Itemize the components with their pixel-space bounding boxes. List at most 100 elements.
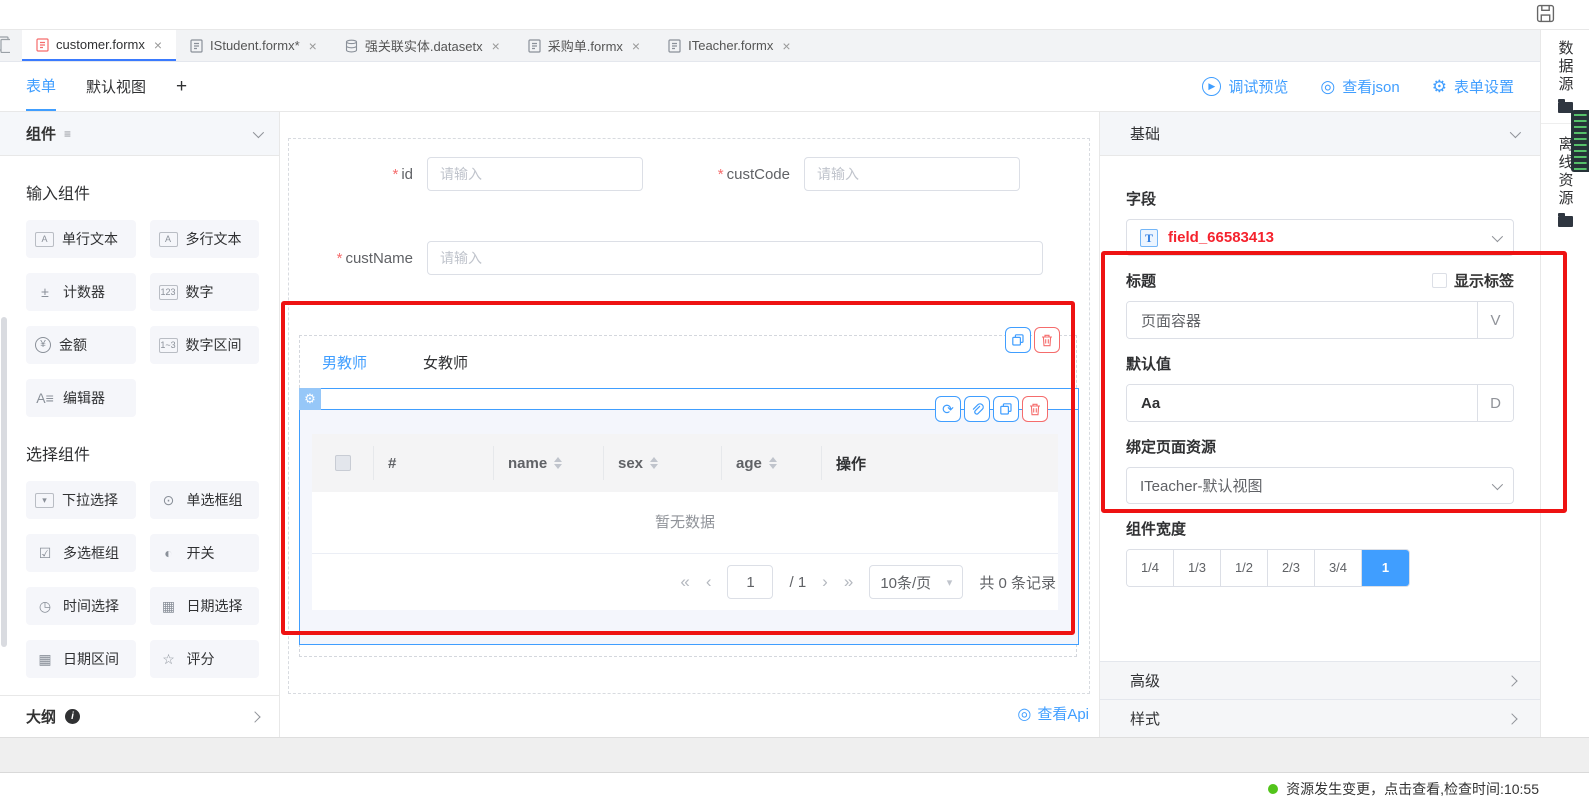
component-radio-group[interactable]: ⊙单选框组: [150, 481, 260, 519]
style-section-header[interactable]: 样式: [1100, 699, 1540, 737]
delete-component-button[interactable]: [1022, 396, 1048, 422]
calendar-icon: ▦: [159, 598, 179, 615]
custcode-input[interactable]: [804, 157, 1020, 191]
view-api-link[interactable]: ◎ 查看Api: [1017, 703, 1089, 724]
form-root-container[interactable]: *id *custCode *custName: [288, 138, 1090, 694]
bottom-spacer-band: [0, 737, 1589, 772]
close-icon[interactable]: ×: [492, 38, 500, 54]
component-editor[interactable]: A≡编辑器: [26, 379, 136, 417]
component-counter[interactable]: ±计数器: [26, 273, 136, 311]
custname-input[interactable]: [427, 241, 1043, 275]
last-page-icon[interactable]: »: [844, 572, 853, 592]
copy-component-button[interactable]: [993, 396, 1019, 422]
file-tab-dataset[interactable]: 强关联实体.datasetx ×: [331, 30, 514, 61]
file-tab-purchase-order-formx[interactable]: 采购单.formx ×: [514, 30, 654, 61]
file-tab-iteacher-formx[interactable]: ITeacher.formx ×: [654, 30, 804, 61]
form-field-id[interactable]: *id: [289, 157, 666, 191]
chevron-down-icon[interactable]: [253, 126, 264, 137]
advanced-section-header[interactable]: 高级: [1100, 661, 1540, 699]
minimap-thumbnail: [1571, 110, 1589, 172]
width-option-half[interactable]: 1/2: [1221, 550, 1268, 586]
file-tab-customer-formx[interactable]: customer.formx ×: [22, 30, 176, 61]
refresh-component-button[interactable]: ⟳: [935, 396, 961, 422]
radio-list-icon: ⊙: [159, 492, 179, 509]
file-tab-istudent-formx[interactable]: IStudent.formx* ×: [176, 30, 331, 61]
drag-handle-gear-icon[interactable]: ⚙: [299, 388, 321, 410]
title-input[interactable]: [1127, 302, 1477, 338]
component-multi-line-text[interactable]: A多行文本: [150, 220, 260, 258]
prev-page-icon[interactable]: ‹: [706, 572, 712, 592]
component-number[interactable]: 123数字: [150, 273, 260, 311]
page-size-select[interactable]: 10条/页 ▾: [869, 565, 963, 599]
width-option-three-quarters[interactable]: 3/4: [1315, 550, 1362, 586]
tab-female-teacher[interactable]: 女教师: [423, 352, 468, 373]
tab-default-view[interactable]: 默认视图: [86, 62, 146, 111]
current-page-input[interactable]: 1: [727, 565, 773, 599]
default-value-input[interactable]: [1127, 385, 1477, 421]
tab-male-teacher[interactable]: 男教师: [322, 352, 367, 373]
width-option-quarter[interactable]: 1/4: [1127, 550, 1174, 586]
column-header-name[interactable]: name: [494, 446, 604, 480]
basic-section-header[interactable]: 基础: [1100, 112, 1540, 156]
component-number-range[interactable]: 1~3数字区间: [150, 326, 260, 364]
width-option-full[interactable]: 1: [1362, 550, 1409, 586]
link-component-button[interactable]: [964, 396, 990, 422]
component-rating[interactable]: ☆评分: [150, 640, 260, 678]
next-page-icon[interactable]: ›: [822, 572, 828, 592]
component-single-line-text[interactable]: A单行文本: [26, 220, 136, 258]
component-amount[interactable]: ¥金额: [26, 326, 136, 364]
column-header-sex[interactable]: sex: [604, 446, 722, 480]
debug-preview-button[interactable]: ▶ 调试预览: [1202, 76, 1288, 97]
add-view-button[interactable]: +: [176, 62, 187, 111]
form-field-custname[interactable]: *custName: [289, 241, 1043, 275]
tabs-container-component[interactable]: 男教师 女教师 ⚙ ⟳: [299, 335, 1077, 657]
text-icon: A: [35, 232, 54, 247]
field-select[interactable]: T field_66583413: [1126, 219, 1514, 256]
component-checkbox-group[interactable]: ☑多选框组: [26, 534, 136, 572]
close-icon[interactable]: ×: [782, 38, 790, 54]
required-mark: *: [337, 250, 343, 267]
close-icon[interactable]: ×: [154, 37, 162, 53]
id-input[interactable]: [427, 157, 643, 191]
caret-down-icon: ▾: [947, 576, 953, 589]
form-settings-label: 表单设置: [1454, 76, 1514, 97]
chevron-right-icon[interactable]: [249, 711, 260, 722]
show-label-toggle[interactable]: 显示标签: [1432, 270, 1514, 291]
component-date-picker[interactable]: ▦日期选择: [150, 587, 260, 625]
chevron-down-icon[interactable]: [1510, 126, 1521, 137]
components-panel-header[interactable]: 组件 ≡: [0, 112, 279, 156]
component-time-picker[interactable]: ◷时间选择: [26, 587, 136, 625]
status-message[interactable]: 资源发生变更，点击查看,检查时间:10:55: [1286, 779, 1539, 799]
form-design-canvas[interactable]: *id *custCode *custName: [280, 112, 1100, 737]
file-tab-label: 强关联实体.datasetx: [365, 36, 483, 55]
copy-component-button[interactable]: [1005, 327, 1031, 353]
tab-form[interactable]: 表单: [26, 62, 56, 111]
save-icon[interactable]: [1536, 4, 1555, 26]
dropdown-icon: ▾: [35, 493, 54, 508]
first-page-icon[interactable]: «: [680, 572, 689, 592]
sort-icon[interactable]: [650, 457, 658, 469]
default-value-dynamic-button[interactable]: D: [1477, 385, 1513, 421]
column-header-age[interactable]: age: [722, 446, 822, 480]
outline-panel-toggle[interactable]: 大纲 i: [0, 695, 279, 737]
form-settings-button[interactable]: ⚙ 表单设置: [1432, 76, 1514, 97]
sidebar-scrollbar[interactable]: [1, 317, 7, 647]
close-icon[interactable]: ×: [309, 38, 317, 54]
show-label-checkbox[interactable]: [1432, 273, 1447, 288]
form-field-custcode[interactable]: *custCode: [666, 157, 1043, 191]
close-icon[interactable]: ×: [632, 38, 640, 54]
select-all-checkbox[interactable]: [335, 455, 351, 471]
view-json-button[interactable]: ◎ 查看json: [1320, 76, 1399, 97]
component-switch[interactable]: ◐开关: [150, 534, 260, 572]
width-option-two-thirds[interactable]: 2/3: [1268, 550, 1315, 586]
width-option-third[interactable]: 1/3: [1174, 550, 1221, 586]
component-dropdown-select[interactable]: ▾下拉选择: [26, 481, 136, 519]
show-label-text: 显示标签: [1454, 270, 1514, 291]
component-date-range[interactable]: ▦日期区间: [26, 640, 136, 678]
sort-icon[interactable]: [769, 457, 777, 469]
bind-resource-select[interactable]: ITeacher-默认视图: [1126, 467, 1514, 504]
title-variable-button[interactable]: V: [1477, 302, 1513, 338]
sort-icon[interactable]: [554, 457, 562, 469]
selected-grid-component[interactable]: ⚙ ⟳: [299, 388, 1079, 645]
delete-component-button[interactable]: [1034, 327, 1060, 353]
